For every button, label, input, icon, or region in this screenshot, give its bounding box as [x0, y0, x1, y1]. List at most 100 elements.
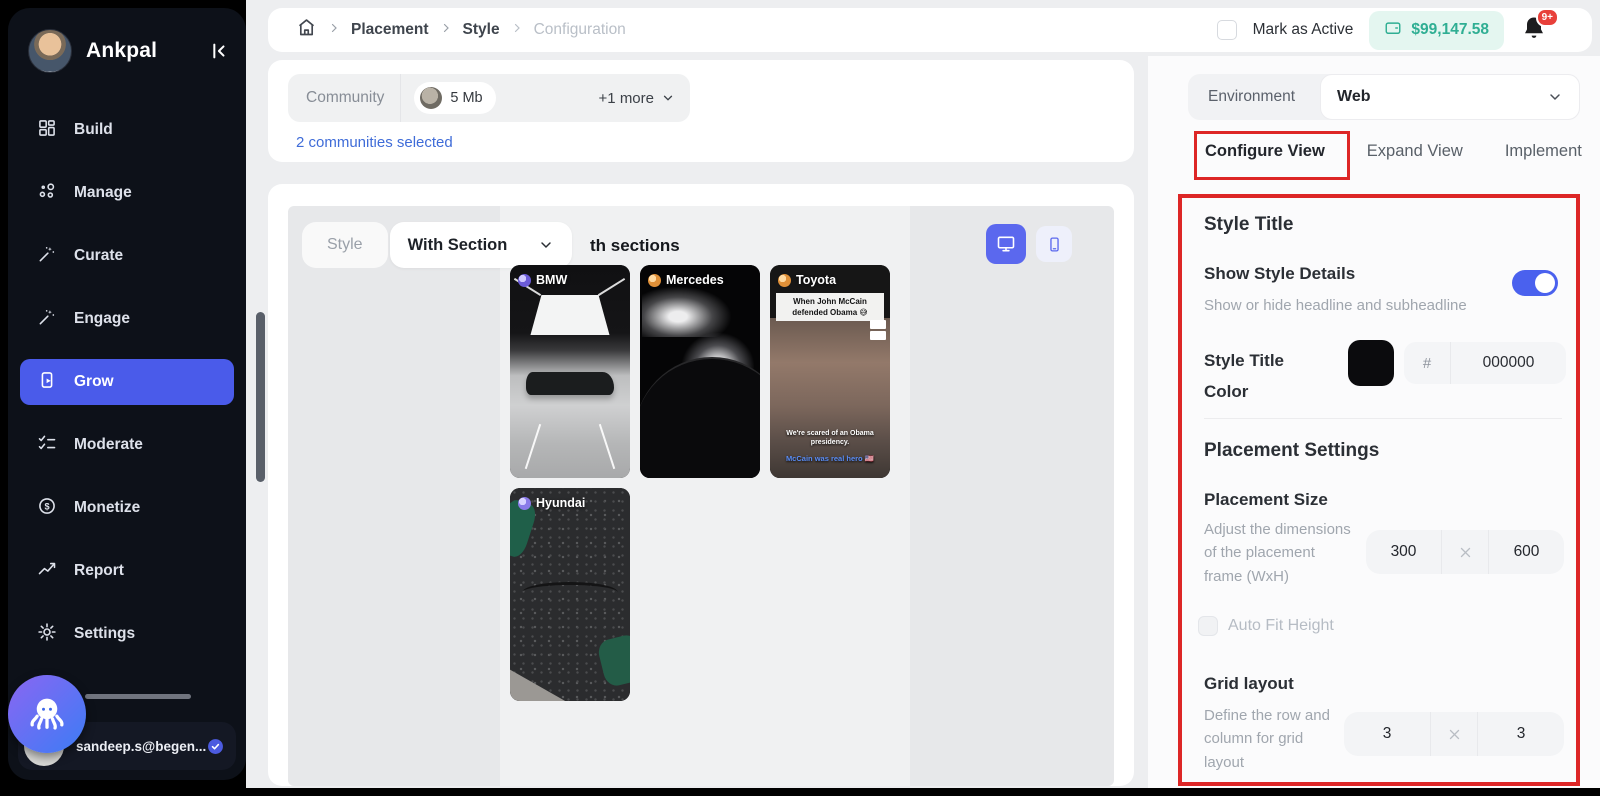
sidebar-scroll-indicator[interactable] — [85, 694, 191, 699]
sidebar-item-grow[interactable]: Grow — [20, 359, 234, 405]
more-communities-dropdown[interactable]: +1 more — [599, 90, 690, 107]
sidebar-header: Ankpal — [28, 28, 232, 74]
octopus-chat-button[interactable] — [8, 675, 86, 753]
card-title-row: Hyundai — [518, 496, 585, 510]
hyundai-grill-art — [522, 582, 618, 603]
avatar[interactable] — [28, 29, 72, 73]
show-style-details-description: Show or hide headline and subheadline — [1204, 294, 1504, 317]
story-card-mercedes[interactable]: Mercedes — [640, 265, 760, 478]
sidebar-item-label: Monetize — [74, 499, 140, 517]
magic-wand-icon — [37, 307, 57, 332]
show-style-details-toggle[interactable] — [1512, 270, 1558, 296]
style-dropdown[interactable]: With Section — [390, 222, 572, 268]
config-panel: Environment Web Configure View Expand Vi… — [1148, 56, 1600, 788]
app-window: Ankpal Build Manage Curate Engage — [0, 0, 1600, 796]
hex-value-field[interactable]: 000000 — [1451, 354, 1566, 372]
toyota-logo-icon — [778, 274, 791, 287]
story-card-toyota[interactable]: When John McCain defended Obama 😅 We're … — [770, 265, 890, 478]
phone-share-icon — [37, 370, 57, 395]
breadcrumb-configuration: Configuration — [534, 21, 626, 39]
chevron-down-icon — [1547, 89, 1563, 105]
notification-count-badge: 9+ — [1536, 8, 1559, 27]
wallet-icon — [1384, 19, 1402, 42]
toyota-corner-badges — [870, 320, 886, 342]
style-title-heading: Style Title — [1204, 214, 1293, 236]
chevron-down-icon — [538, 237, 554, 253]
sidebar-item-label: Report — [74, 562, 124, 580]
story-card-bmw[interactable]: BMW — [510, 265, 630, 478]
toyota-subtitle-text: We're scared of an Obama presidency. — [777, 429, 883, 449]
community-selector: Community 5 Mb +1 more — [288, 74, 690, 122]
topbar-actions: Mark as Active $99,147.58 9+ — [1217, 8, 1552, 52]
auto-fit-height-row: Auto Fit Height — [1198, 616, 1334, 636]
tab-implement[interactable]: Implement — [1505, 142, 1582, 161]
sidebar-item-label: Settings — [74, 625, 135, 643]
sidebar-item-engage[interactable]: Engage — [20, 296, 234, 342]
width-input[interactable]: 300 — [1366, 543, 1441, 561]
sidebar-item-report[interactable]: Report — [20, 548, 234, 594]
story-card-hyundai[interactable]: Hyundai — [510, 488, 630, 701]
card-title: Mercedes — [666, 273, 724, 287]
breadcrumb-style[interactable]: Style — [463, 21, 500, 39]
grid-layout-inputs: 3 3 — [1344, 712, 1564, 756]
color-swatch[interactable] — [1348, 340, 1394, 386]
community-chip[interactable]: 5 Mb — [414, 82, 495, 114]
height-input[interactable]: 600 — [1489, 543, 1564, 561]
svg-text:$: $ — [44, 501, 49, 511]
wallet-balance[interactable]: $99,147.58 — [1369, 11, 1504, 50]
auto-fit-height-checkbox[interactable] — [1198, 616, 1218, 636]
preview-panel: th sections Style With Section — [288, 206, 1114, 786]
community-chip-label: 5 Mb — [450, 90, 482, 106]
style-selector-row: Style With Section — [302, 222, 572, 268]
notifications-button[interactable]: 9+ — [1520, 14, 1552, 46]
phone-icon — [1046, 236, 1063, 253]
chevron-right-icon — [328, 21, 340, 39]
community-chip-avatar — [420, 87, 442, 109]
sidebar-item-manage[interactable]: Manage — [20, 170, 234, 216]
bmw-logo-icon — [518, 274, 531, 287]
sidebar-collapse-icon[interactable] — [204, 37, 232, 65]
sidebar-item-settings[interactable]: Settings — [20, 611, 234, 657]
grid-layout-label: Grid layout — [1204, 674, 1294, 694]
manage-circles-icon — [37, 181, 57, 206]
dollar-circle-icon: $ — [37, 496, 57, 521]
device-toggle-group — [986, 224, 1072, 264]
hex-hash-label: # — [1404, 355, 1450, 372]
brand-name: Ankpal — [86, 39, 157, 63]
show-style-details-label: Show Style Details — [1204, 264, 1355, 284]
environment-dropdown[interactable]: Web — [1320, 74, 1580, 120]
sidebar-item-build[interactable]: Build — [20, 107, 234, 153]
environment-label: Environment — [1188, 88, 1320, 106]
toggle-knob — [1535, 273, 1555, 293]
hyundai-logo-icon — [518, 497, 531, 510]
chevron-down-icon — [661, 91, 675, 105]
grid-rows-input[interactable]: 3 — [1344, 725, 1430, 743]
sidebar-item-curate[interactable]: Curate — [20, 233, 234, 279]
style-label: Style — [302, 222, 388, 268]
auto-fit-height-label: Auto Fit Height — [1228, 617, 1334, 635]
vertical-scrollbar-thumb[interactable] — [256, 312, 265, 482]
communities-selected-link[interactable]: 2 communities selected — [296, 134, 453, 151]
sidebar-item-label: Build — [74, 121, 113, 139]
user-email: sandeep.s@begen... — [76, 739, 206, 754]
home-icon[interactable] — [296, 17, 317, 43]
mark-as-active-checkbox[interactable] — [1217, 20, 1237, 40]
card-title: BMW — [536, 273, 567, 287]
card-title-row: Mercedes — [648, 273, 724, 287]
breadcrumb-placement[interactable]: Placement — [351, 21, 429, 39]
sidebar-item-label: Curate — [74, 247, 123, 265]
tab-expand-view[interactable]: Expand View — [1367, 142, 1463, 161]
times-icon — [1431, 727, 1477, 742]
grid-cols-input[interactable]: 3 — [1478, 725, 1564, 743]
section-heading-text: th sections — [590, 236, 680, 256]
mobile-view-button[interactable] — [1036, 226, 1072, 262]
sidebar-item-monetize[interactable]: $ Monetize — [20, 485, 234, 531]
chevron-right-icon — [440, 21, 452, 39]
card-title-row: BMW — [518, 273, 567, 287]
hex-color-input: # 000000 — [1404, 342, 1566, 384]
desktop-view-button[interactable] — [986, 224, 1026, 264]
sidebar-item-moderate[interactable]: Moderate — [20, 422, 234, 468]
mercedes-logo-icon — [648, 274, 661, 287]
tab-configure-view[interactable]: Configure View — [1205, 142, 1325, 161]
card-title: Toyota — [796, 273, 836, 287]
